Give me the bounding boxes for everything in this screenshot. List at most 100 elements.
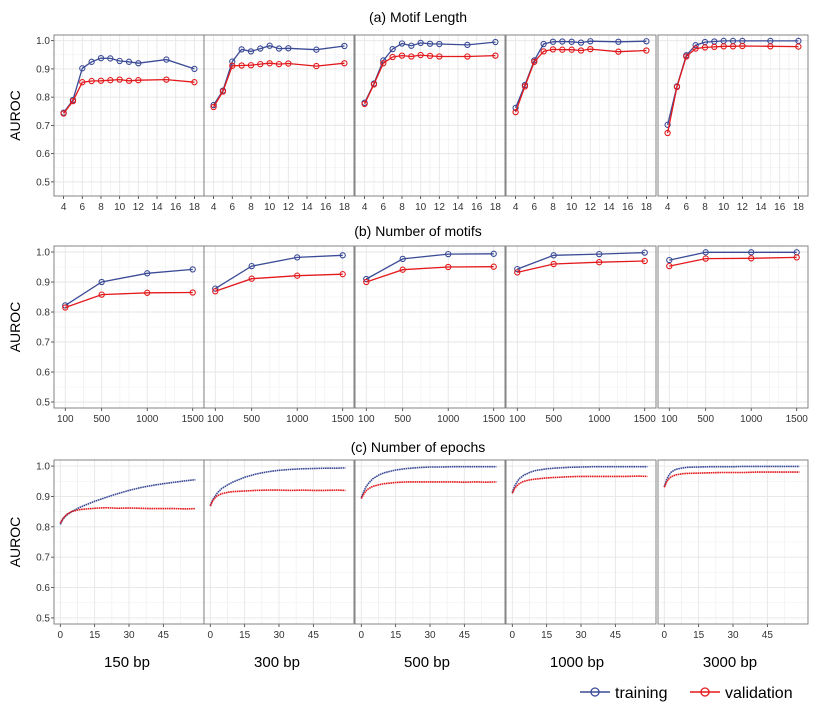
x-tick-label: 8 xyxy=(248,202,254,213)
y-tick-label: 0.8 xyxy=(36,93,50,104)
facet-number-of-epochs-4: 0 15 30 45 xyxy=(505,459,657,641)
y-tick-label: 0.9 xyxy=(36,278,50,289)
x-tick-label: 15 xyxy=(89,630,101,641)
panel-b-title: (b) Number of motifs xyxy=(354,223,482,239)
x-tick-label: 500 xyxy=(545,414,562,425)
x-tick-label: 15 xyxy=(541,630,553,641)
x-tick-label: 1500 xyxy=(332,414,355,425)
x-tick-label: 16 xyxy=(320,202,332,213)
x-tick-label: 6 xyxy=(230,202,236,213)
x-tick-label: 0 xyxy=(359,630,365,641)
legend-training-label: training xyxy=(615,685,667,702)
x-tick-label: 45 xyxy=(308,630,320,641)
y-tick-label: 0.9 xyxy=(36,64,50,75)
x-tick-label: 45 xyxy=(610,630,622,641)
x-tick-label: 6 xyxy=(532,202,538,213)
x-tick-label: 0 xyxy=(510,630,516,641)
x-tick-label: 0 xyxy=(208,630,214,641)
y-tick-label: 0.6 xyxy=(36,583,50,594)
facet-number-of-motifs-5: 100 500 1000 1500 xyxy=(657,245,809,425)
x-tick-label: 500 xyxy=(697,414,714,425)
x-tick-label: 16 xyxy=(170,202,182,213)
x-tick-label: 12 xyxy=(434,202,446,213)
x-tick-label: 12 xyxy=(133,202,145,213)
x-tick-label: 1000 xyxy=(740,414,763,425)
x-tick-label: 30 xyxy=(123,630,135,641)
facet-number-of-epochs-3: 0 15 30 45 xyxy=(354,459,506,641)
x-tick-label: 8 xyxy=(550,202,556,213)
y-axis-label: AUROC xyxy=(7,302,23,353)
x-tick-label: 14 xyxy=(151,202,163,213)
x-tick-label: 45 xyxy=(762,630,774,641)
x-tick-label: 15 xyxy=(390,630,402,641)
facet-motif-length-1: 4 6 8 10 12 14 16 18 xyxy=(53,34,205,213)
y-tick-label: 0.8 xyxy=(36,308,50,319)
x-tick-label: 1000 xyxy=(286,414,309,425)
x-tick-label: 4 xyxy=(362,202,368,213)
facet-number-of-epochs-5: 0 15 30 45 xyxy=(657,459,809,641)
x-tick-label: 8 xyxy=(702,202,708,213)
facet-number-of-epochs-1: 0 15 30 45 xyxy=(53,459,205,641)
x-tick-label: 12 xyxy=(737,202,749,213)
facet-motif-length-2: 4 6 8 10 12 14 16 18 xyxy=(203,34,355,213)
x-tick-label: 6 xyxy=(381,202,387,213)
x-tick-label: 12 xyxy=(585,202,597,213)
x-tick-label: 30 xyxy=(575,630,587,641)
facet-number-of-epochs-2: 0 15 30 45 xyxy=(203,459,355,641)
x-tick-label: 10 xyxy=(566,202,578,213)
panel-motif-length: AUROC0.50.60.70.80.91.04 6 8 10 12 14 16 18 4 6 8 1… xyxy=(7,34,809,213)
x-tick-label: 18 xyxy=(490,202,502,213)
x-tick-label: 500 xyxy=(243,414,260,425)
x-tick-label: 15 xyxy=(693,630,705,641)
x-tick-label: 100 xyxy=(509,414,526,425)
x-tick-label: 16 xyxy=(471,202,483,213)
x-tick-label: 500 xyxy=(93,414,110,425)
x-tick-label: 1000 xyxy=(588,414,611,425)
x-tick-label: 18 xyxy=(339,202,351,213)
x-tick-label: 18 xyxy=(641,202,653,213)
facet-motif-length-3: 4 6 8 10 12 14 16 18 xyxy=(354,34,506,213)
panel-number-of-motifs: AUROC0.50.60.70.80.91.0100 500 1000 1500 100… xyxy=(7,245,809,425)
group-label-500bp: 500 bp xyxy=(404,654,450,671)
x-tick-label: 8 xyxy=(98,202,104,213)
group-label-3000bp: 3000 bp xyxy=(703,654,757,671)
x-tick-label: 4 xyxy=(665,202,671,213)
x-tick-label: 500 xyxy=(394,414,411,425)
x-tick-label: 14 xyxy=(603,202,615,213)
x-tick-label: 16 xyxy=(774,202,786,213)
panel-a-title: (a) Motif Length xyxy=(369,9,467,25)
x-tick-label: 45 xyxy=(158,630,170,641)
facet-number-of-motifs-1: 100 500 1000 1500 xyxy=(53,245,205,425)
group-labels: 150 bp 300 bp 500 bp 1000 bp 3000 bp xyxy=(104,654,757,671)
y-tick-label: 0.5 xyxy=(36,398,50,409)
x-tick-label: 4 xyxy=(211,202,217,213)
x-tick-label: 14 xyxy=(755,202,767,213)
chart-figure: (a) Motif Length (b) Number of motifs (c… xyxy=(7,9,809,702)
x-tick-label: 6 xyxy=(80,202,86,213)
x-tick-label: 100 xyxy=(358,414,375,425)
x-tick-label: 100 xyxy=(661,414,678,425)
y-tick-label: 0.9 xyxy=(36,492,50,503)
legend-validation-label: validation xyxy=(725,685,793,702)
x-tick-label: 4 xyxy=(61,202,67,213)
x-tick-label: 30 xyxy=(424,630,436,641)
x-tick-label: 18 xyxy=(189,202,201,213)
x-tick-label: 10 xyxy=(264,202,276,213)
y-tick-label: 0.6 xyxy=(36,368,50,379)
x-tick-label: 14 xyxy=(452,202,464,213)
y-axis-label: AUROC xyxy=(7,517,23,568)
x-tick-label: 45 xyxy=(459,630,471,641)
y-tick-label: 0.7 xyxy=(36,121,50,132)
group-label-300bp: 300 bp xyxy=(254,654,300,671)
x-tick-label: 1500 xyxy=(786,414,809,425)
y-axis-label: AUROC xyxy=(7,90,23,141)
x-tick-label: 1500 xyxy=(483,414,506,425)
group-label-1000bp: 1000 bp xyxy=(550,654,604,671)
facet-number-of-motifs-3: 100 500 1000 1500 xyxy=(354,245,506,425)
y-tick-label: 1.0 xyxy=(36,462,50,473)
y-tick-label: 0.5 xyxy=(36,613,50,624)
y-tick-label: 0.6 xyxy=(36,149,50,160)
x-tick-label: 1000 xyxy=(136,414,159,425)
x-tick-label: 18 xyxy=(793,202,805,213)
y-tick-label: 1.0 xyxy=(36,36,50,47)
